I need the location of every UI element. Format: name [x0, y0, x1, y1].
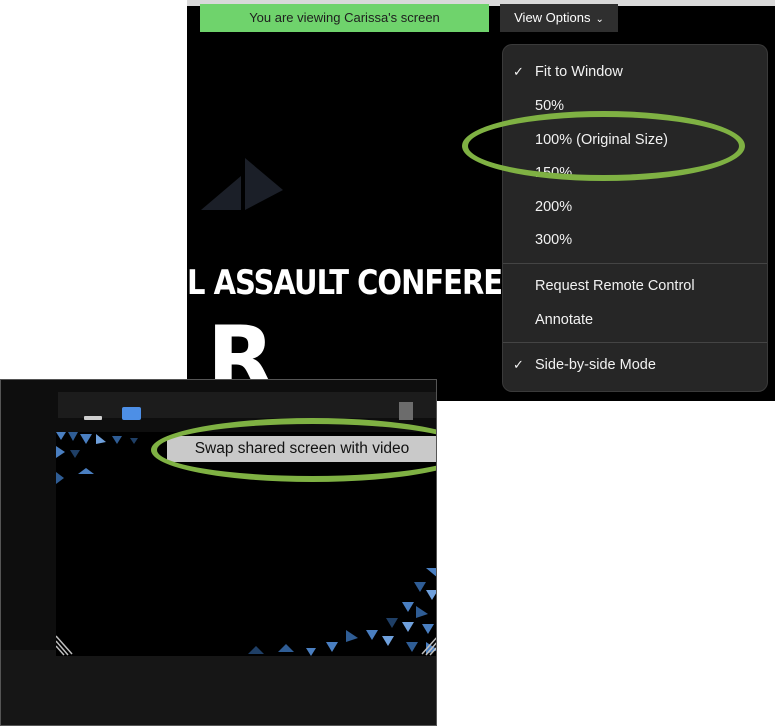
menu-item-200[interactable]: 200%	[503, 192, 767, 222]
view-toggle-icon[interactable]	[399, 402, 413, 420]
triangle-pattern-icon	[248, 568, 436, 656]
view-options-menu: ✓ Fit to Window 50% 100% (Original Size)…	[502, 44, 768, 392]
shared-screen-viewer: You are viewing Carissa's screen View Op…	[187, 0, 775, 401]
hatch-corner-icon	[56, 635, 73, 656]
view-options-label: View Options	[514, 10, 591, 25]
menu-item-label: Annotate	[535, 312, 594, 328]
menu-item-label: Fit to Window	[535, 64, 623, 80]
viewing-banner: You are viewing Carissa's screen	[200, 4, 489, 32]
menu-item-annotate[interactable]: Annotate	[503, 305, 767, 335]
view-options-button[interactable]: View Options ⌄	[500, 4, 618, 32]
menu-item-label: 300%	[535, 232, 573, 248]
menu-item-fit-to-window[interactable]: ✓ Fit to Window	[503, 57, 767, 87]
menu-item-label: Request Remote Control	[535, 278, 695, 294]
swap-video-icon[interactable]	[122, 407, 141, 420]
highlight-ring	[462, 111, 745, 181]
chevron-down-icon: ⌄	[595, 14, 604, 25]
menu-divider	[503, 342, 767, 343]
minimize-icon[interactable]	[84, 416, 102, 420]
video-panel-screenshot: Swap shared screen with video	[0, 379, 437, 726]
menu-item-300[interactable]: 300%	[503, 225, 767, 255]
checkmark-icon: ✓	[513, 357, 524, 372]
hatch-corner-icon	[421, 637, 436, 656]
checkmark-icon: ✓	[513, 64, 524, 79]
menu-divider	[503, 263, 767, 264]
logo-triangles-icon	[201, 158, 283, 210]
menu-item-side-by-side-mode[interactable]: ✓ Side-by-side Mode	[503, 350, 767, 380]
video-toolbar	[58, 392, 436, 418]
panel-footer	[1, 650, 436, 725]
menu-item-request-remote-control[interactable]: Request Remote Control	[503, 271, 767, 301]
menu-item-label: Side-by-side Mode	[535, 357, 656, 373]
viewing-banner-text: You are viewing Carissa's screen	[249, 10, 440, 25]
menu-item-label: 200%	[535, 199, 573, 215]
